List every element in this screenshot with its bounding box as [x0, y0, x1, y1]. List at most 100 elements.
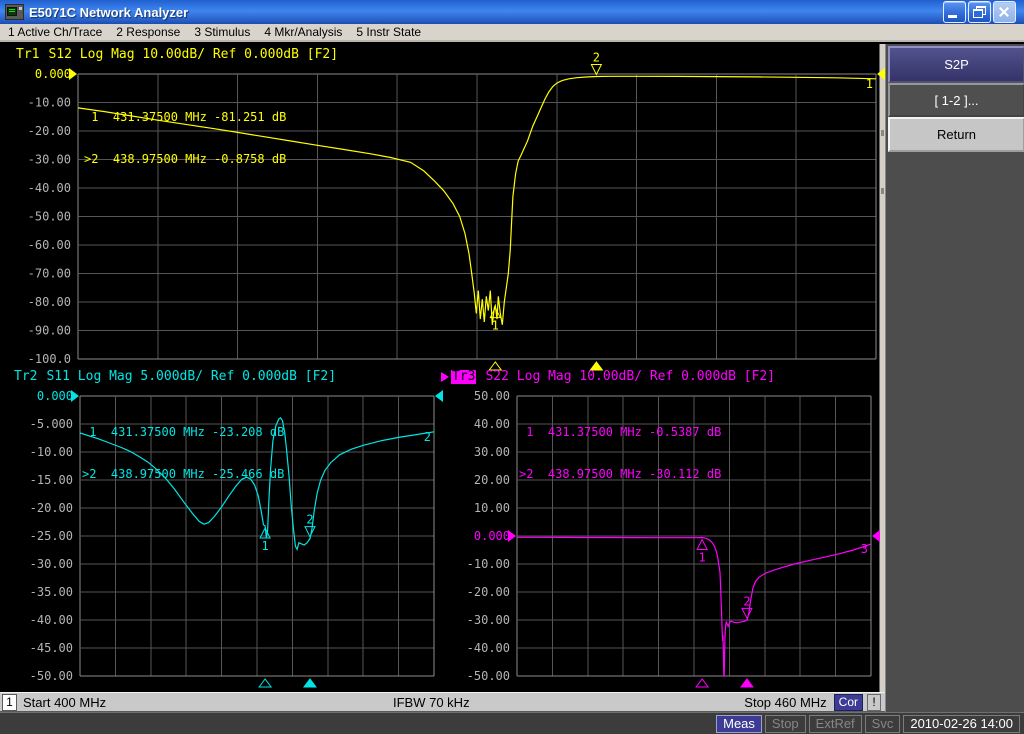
menu-stimulus[interactable]: 3 Stimulus	[190, 25, 260, 39]
trace3-name: Tr3	[451, 370, 476, 384]
app-icon	[5, 4, 24, 20]
marker-1[interactable]: 1	[697, 540, 707, 565]
status-bar: 1 Start 400 MHz IFBW 70 kHz Stop 460 MHz…	[0, 692, 885, 712]
stimulus-marker-2[interactable]	[741, 679, 753, 687]
trace3-format: S22 Log Mag 10.00dB/ Ref 0.000dB [F2]	[485, 370, 775, 384]
y-axis-label: 50.00	[474, 389, 510, 403]
minimize-icon	[948, 15, 957, 18]
y-axis-label: -15.00	[30, 473, 73, 487]
trace3-marker-readout: 1 431.37500 MHz -0.5387 dB >2 438.97500 …	[519, 397, 721, 495]
close-button[interactable]	[993, 1, 1016, 23]
softkey-1-2[interactable]: [ 1-2 ]...	[888, 83, 1024, 117]
marker-2[interactable]: 2	[305, 513, 315, 537]
svg-text:1: 1	[261, 539, 268, 553]
title-bar: E5071C Network Analyzer	[0, 0, 1024, 24]
warning-indicator: !	[867, 694, 881, 711]
window-controls	[943, 1, 1024, 23]
y-axis-label: -40.00	[467, 641, 510, 655]
y-axis-label: -45.00	[30, 641, 73, 655]
window-title: E5071C Network Analyzer	[29, 5, 188, 20]
y-axis-label: -20.00	[30, 501, 73, 515]
trace-number-label: 3	[861, 542, 868, 556]
status-meas: Meas	[716, 715, 762, 733]
trace1-marker-readout: 1 431.37500 MHz -81.251 dB >2 438.97500 …	[84, 82, 286, 180]
marker-2[interactable]: 2	[742, 594, 752, 618]
y-axis-label: 0.000	[35, 67, 71, 81]
correction-badge: Cor	[834, 694, 863, 711]
channel-number: 1	[2, 694, 17, 711]
y-axis-label: -10.00	[30, 445, 73, 459]
y-axis-label: -30.00	[467, 613, 510, 627]
softkey-return[interactable]: Return	[888, 117, 1024, 152]
y-axis-label: -20.00	[467, 585, 510, 599]
y-axis-label: -20.00	[28, 124, 71, 138]
trace1-name: Tr1	[16, 48, 39, 62]
ref-level-arrow-right	[872, 530, 880, 542]
stimulus-marker-1[interactable]	[259, 679, 271, 687]
y-axis-label: -100.0	[28, 352, 71, 366]
y-axis-label: 10.00	[474, 501, 510, 515]
y-axis-label: -50.00	[467, 669, 510, 683]
ref-level-arrow-left[interactable]	[69, 68, 77, 80]
trace-number-label: 2	[424, 430, 431, 444]
trace1-format: S12 Log Mag 10.00dB/ Ref 0.000dB [F2]	[48, 48, 338, 62]
trace3-header: Tr3 S22 Log Mag 10.00dB/ Ref 0.000dB [F2]	[441, 370, 775, 384]
y-axis-label: 30.00	[474, 445, 510, 459]
menu-response[interactable]: 2 Response	[112, 25, 190, 39]
stimulus-marker-1[interactable]	[696, 679, 708, 687]
menu-bar: 1 Active Ch/Trace 2 Response 3 Stimulus …	[0, 24, 1024, 42]
softkey-s2p[interactable]: S2P	[888, 46, 1024, 83]
menu-mkr-analysis[interactable]: 4 Mkr/Analysis	[260, 25, 352, 39]
y-axis-label: -70.00	[28, 267, 71, 281]
status-svc: Svc	[865, 715, 901, 733]
y-axis-label: -50.00	[30, 669, 73, 683]
y-axis-label: -40.00	[28, 181, 71, 195]
marker2-readout: >2 438.97500 MHz -25.466 dB	[82, 467, 284, 481]
start-frequency[interactable]: Start 400 MHz	[23, 695, 106, 710]
y-axis-label: 0.000	[37, 389, 73, 403]
minimize-button[interactable]	[943, 1, 966, 23]
svg-text:1: 1	[698, 551, 705, 565]
menu-instr-state[interactable]: 5 Instr State	[352, 25, 431, 39]
svg-text:2: 2	[743, 594, 750, 608]
y-axis-label: 0.000	[474, 529, 510, 543]
marker1-readout: 1 431.37500 MHz -23.208 dB	[82, 425, 284, 439]
trace1-header: Tr1 S12 Log Mag 10.00dB/ Ref 0.000dB [F2]	[16, 48, 338, 62]
y-axis-label: -40.00	[30, 613, 73, 627]
y-axis-label: 20.00	[474, 473, 510, 487]
marker2-readout: >2 438.97500 MHz -0.8758 dB	[84, 152, 286, 166]
y-axis-label: -5.000	[30, 417, 73, 431]
y-axis-label: -30.00	[28, 153, 71, 167]
y-axis-label: 40.00	[474, 417, 510, 431]
ifbw-value[interactable]: IFBW 70 kHz	[393, 695, 470, 710]
ref-level-arrow-left[interactable]	[508, 530, 516, 542]
marker1-readout: 1 431.37500 MHz -0.5387 dB	[519, 425, 721, 439]
y-axis-label: -30.00	[30, 557, 73, 571]
marker1-readout: 1 431.37500 MHz -81.251 dB	[84, 110, 286, 124]
trace2-name: Tr2	[14, 370, 37, 384]
ref-level-arrow-left[interactable]	[71, 390, 79, 402]
marker-1[interactable]: 1	[260, 528, 270, 553]
instrument-status-bar: Meas Stop ExtRef Svc 2010-02-26 14:00	[0, 712, 1024, 734]
y-axis-label: -80.00	[28, 295, 71, 309]
marker-2[interactable]: 2	[591, 50, 601, 74]
restore-button[interactable]	[968, 1, 991, 23]
menu-active-ch-trace[interactable]: 1 Active Ch/Trace	[4, 25, 112, 39]
y-axis-label: -35.00	[30, 585, 73, 599]
e5071c-screen: { "window": { "title": "E5071C Network A…	[0, 0, 1024, 734]
y-axis-label: -50.00	[28, 210, 71, 224]
y-axis-label: -10.00	[28, 96, 71, 110]
active-trace-arrow	[441, 372, 449, 382]
trace2-header: Tr2S11 Log Mag 5.000dB/ Ref 0.000dB [F2]	[14, 370, 336, 384]
status-extref: ExtRef	[809, 715, 862, 733]
app-icon-knob	[19, 7, 22, 10]
svg-text:2: 2	[306, 513, 313, 527]
app-icon-screen	[7, 7, 17, 16]
stop-frequency[interactable]: Stop 460 MHz	[744, 695, 826, 710]
status-stop: Stop	[765, 715, 806, 733]
stimulus-marker-2[interactable]	[304, 679, 316, 687]
y-axis-label: -25.00	[30, 529, 73, 543]
svg-text:2: 2	[593, 50, 600, 64]
datetime-display: 2010-02-26 14:00	[903, 715, 1020, 733]
marker2-readout: >2 438.97500 MHz -30.112 dB	[519, 467, 721, 481]
